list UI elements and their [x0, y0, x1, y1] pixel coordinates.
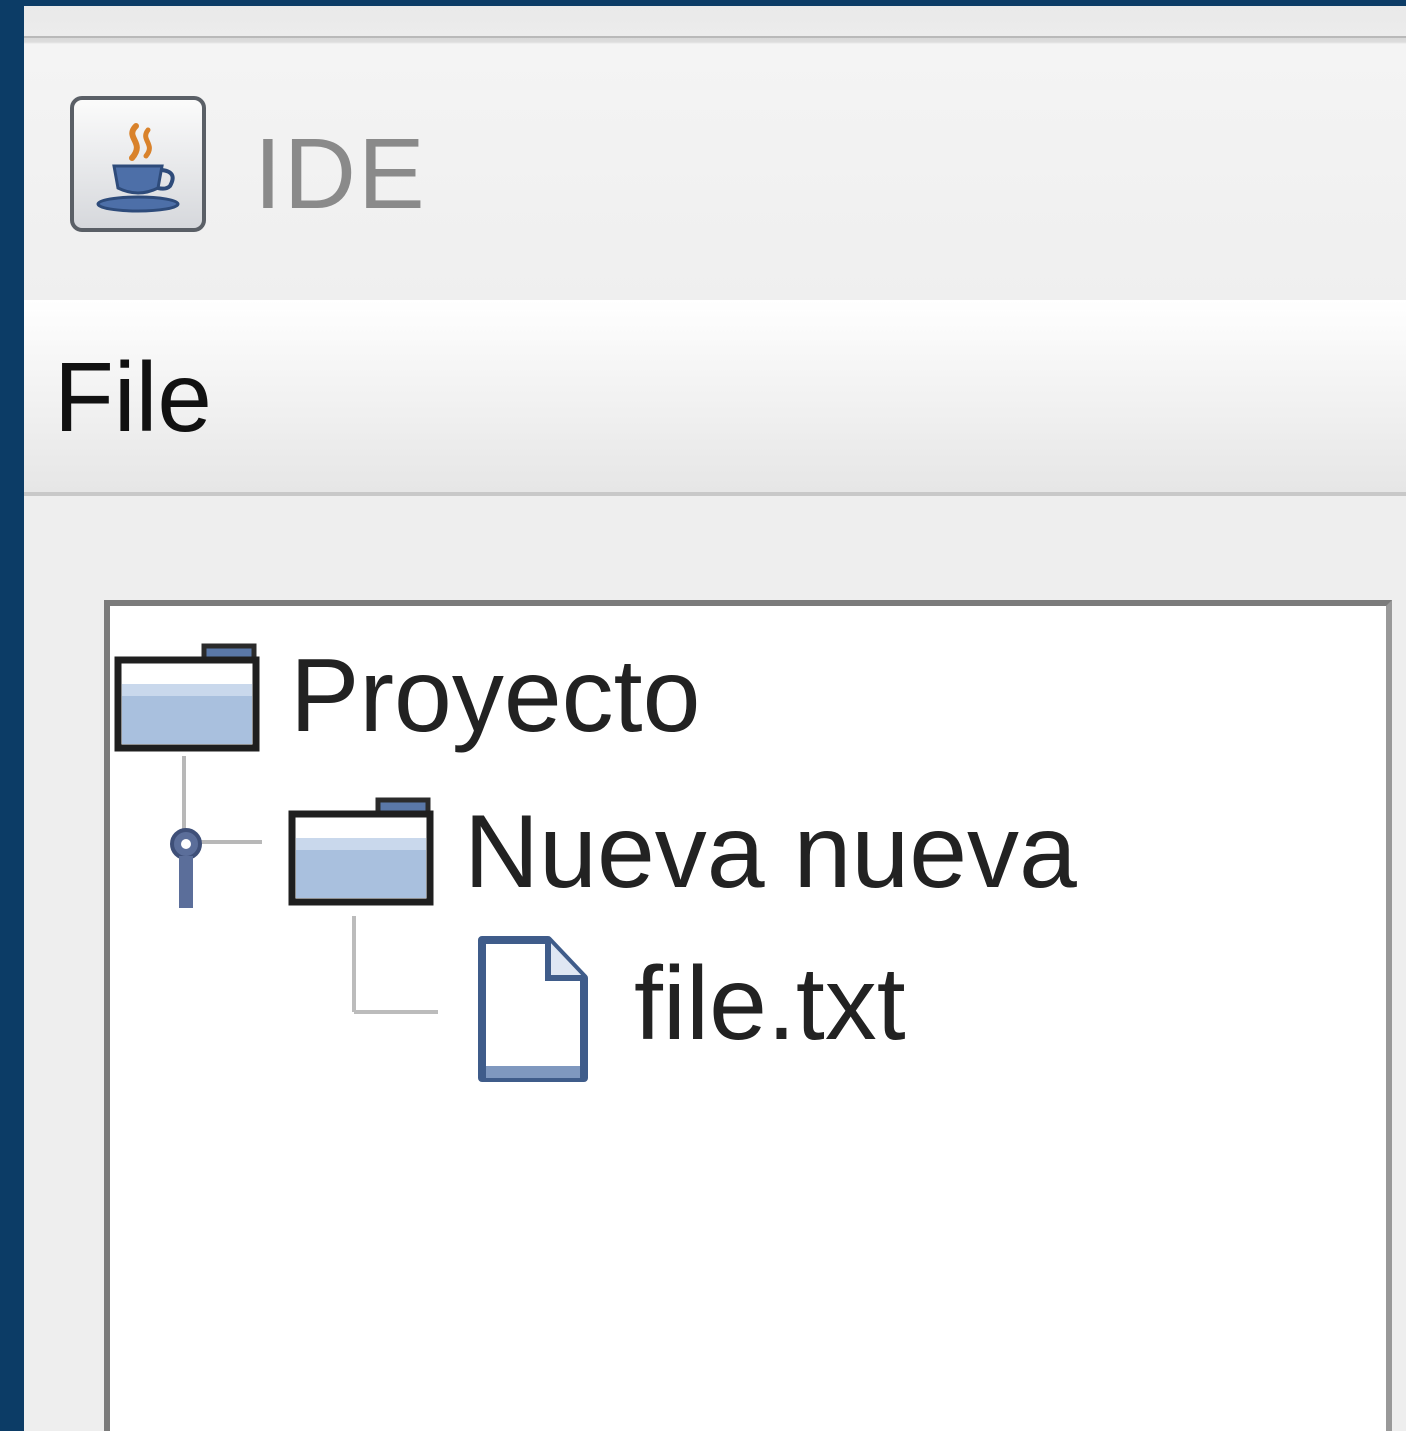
- menu-file[interactable]: File: [50, 342, 216, 452]
- ide-window: IDE File Proyecto Nueva nueva file.txt: [24, 0, 1406, 1431]
- tree-node-proyecto[interactable]: Proyecto: [110, 626, 1380, 776]
- menu-bar: File: [24, 300, 1406, 496]
- tree-node-nueva-nueva[interactable]: Nueva nueva: [110, 782, 1380, 932]
- tree-label: Proyecto: [290, 638, 701, 754]
- window-title: IDE: [254, 118, 427, 230]
- tree-label: file.txt: [634, 946, 906, 1062]
- folder-icon: [114, 643, 260, 752]
- file-icon: [478, 936, 588, 1082]
- main-content: Proyecto Nueva nueva file.txt: [24, 496, 1406, 1431]
- tree-node-file-txt[interactable]: file.txt: [110, 930, 1380, 1082]
- project-tree[interactable]: Proyecto Nueva nueva file.txt: [104, 600, 1392, 1431]
- tree-label: Nueva nueva: [464, 794, 1077, 910]
- java-coffee-cup-icon[interactable]: [70, 96, 206, 232]
- expand-handle-icon[interactable]: [156, 822, 216, 912]
- title-bar[interactable]: IDE: [24, 36, 1406, 302]
- window-frame-top: [24, 0, 1406, 36]
- folder-icon: [288, 797, 434, 906]
